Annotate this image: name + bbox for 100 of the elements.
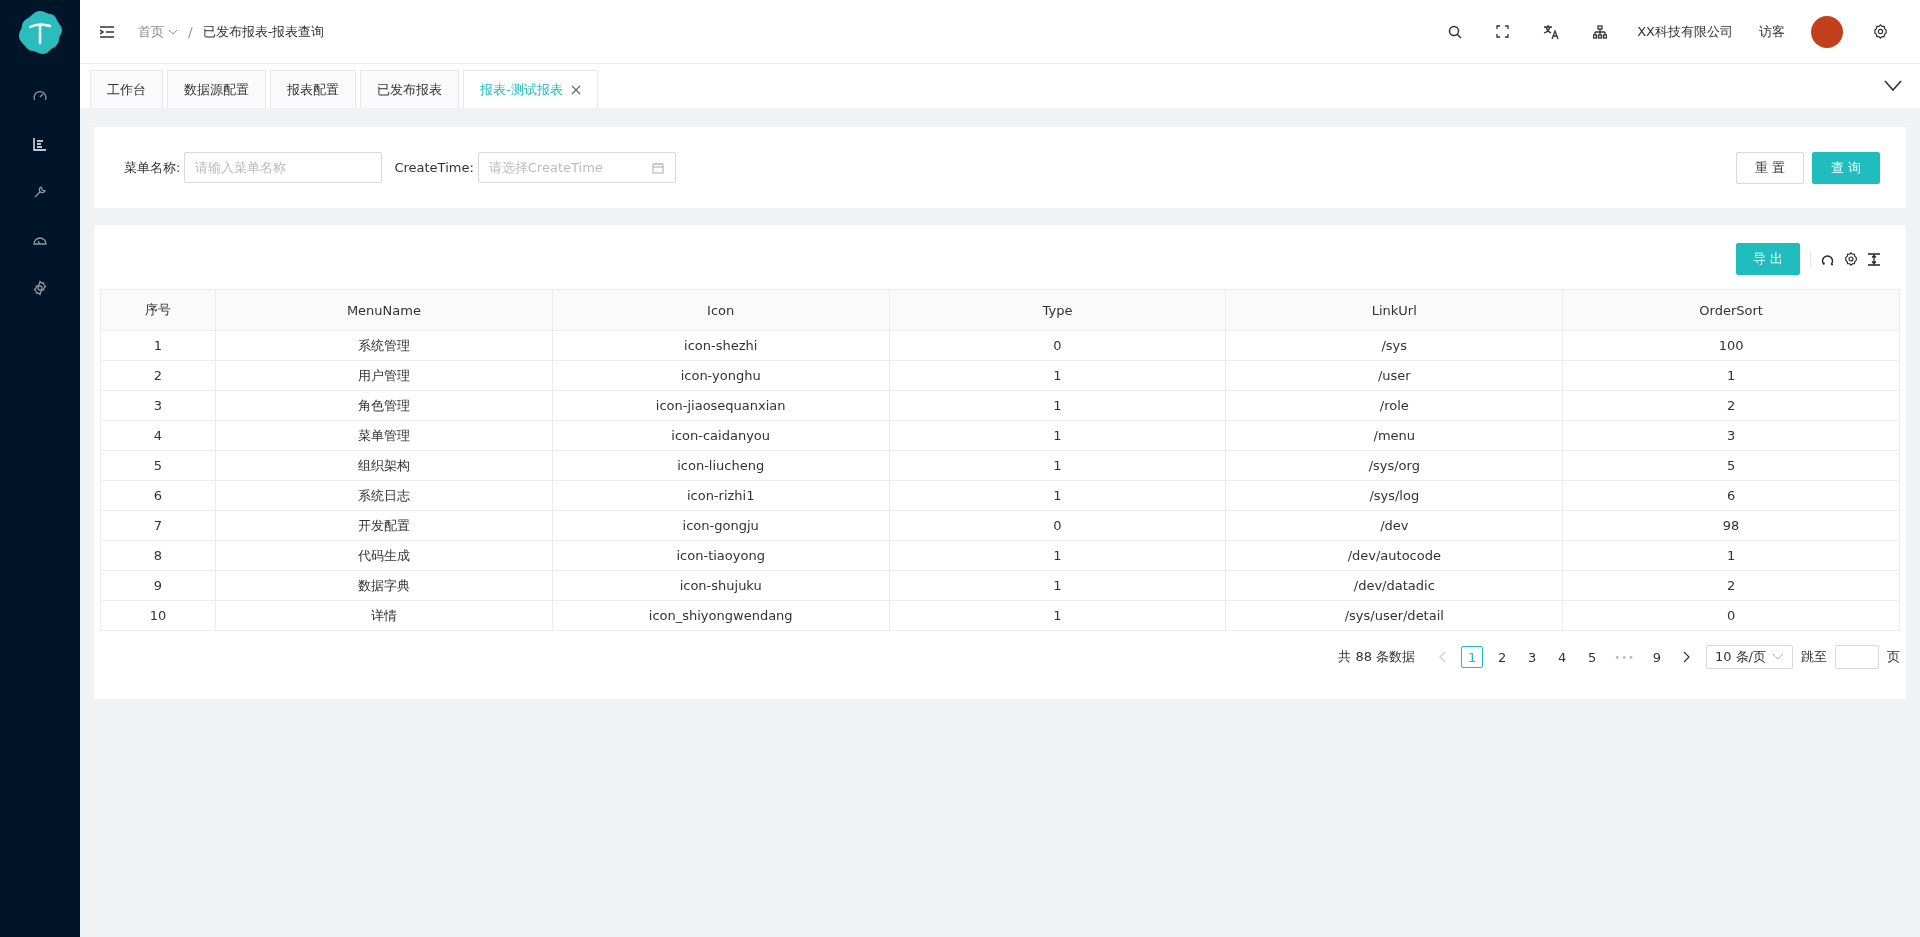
table-cell: 组织架构 bbox=[215, 450, 553, 481]
table-cell: icon-jiaosequanxian bbox=[552, 390, 890, 421]
table-cell: icon-caidanyou bbox=[552, 420, 890, 451]
table-cell: 5 bbox=[1562, 450, 1900, 481]
settings-icon[interactable] bbox=[1844, 252, 1858, 266]
table-cell: 用户管理 bbox=[215, 360, 553, 391]
column-header: MenuName bbox=[215, 289, 553, 331]
table-cell: 数据字典 bbox=[215, 570, 553, 601]
table-cell: 9 bbox=[100, 570, 216, 601]
chevron-left-icon bbox=[1438, 651, 1447, 663]
search-icon[interactable] bbox=[1448, 24, 1463, 39]
table-cell: 系统日志 bbox=[215, 480, 553, 511]
page-size-select[interactable]: 10 条/页 bbox=[1705, 645, 1793, 669]
tab[interactable]: 报表配置 bbox=[270, 70, 356, 108]
table-cell: 1 bbox=[889, 450, 1226, 481]
breadcrumb-link[interactable]: 首页 bbox=[138, 22, 178, 41]
wrench-icon bbox=[32, 184, 48, 200]
table-cell: /dev/autocode bbox=[1225, 540, 1563, 571]
row-height-icon[interactable] bbox=[1868, 252, 1880, 266]
page-number-field[interactable] bbox=[1835, 645, 1879, 669]
table-cell: 4 bbox=[100, 420, 216, 451]
jump-label: 跳至 bbox=[1801, 648, 1827, 666]
table-cell: /user bbox=[1225, 360, 1563, 391]
table-cell: 1 bbox=[889, 540, 1226, 571]
fullscreen-icon[interactable] bbox=[1496, 25, 1510, 38]
page-button[interactable]: 5 bbox=[1581, 646, 1604, 668]
table-cell: 1 bbox=[889, 360, 1226, 391]
table-cell: /sys/log bbox=[1225, 480, 1563, 511]
table-cell: /menu bbox=[1225, 420, 1563, 451]
date-field[interactable]: 请选择CreateTime bbox=[477, 152, 676, 183]
table-cell: 1 bbox=[100, 330, 216, 361]
column-header: Icon bbox=[552, 289, 890, 331]
table-cell: 1 bbox=[889, 600, 1226, 631]
table-cell: 10 bbox=[100, 600, 216, 631]
table-cell: 1 bbox=[1562, 540, 1900, 571]
table-cell: /role bbox=[1225, 390, 1563, 421]
table-cell: /dev bbox=[1225, 510, 1563, 541]
field-label: CreateTime: bbox=[394, 160, 474, 175]
table-cell: icon-tiaoyong bbox=[552, 540, 890, 571]
table-cell: 0 bbox=[889, 330, 1226, 361]
table-cell: 3 bbox=[100, 390, 216, 421]
reset-button[interactable]: 重 置 bbox=[1735, 151, 1804, 184]
table-cell: 1 bbox=[889, 480, 1226, 511]
close-icon[interactable] bbox=[570, 84, 581, 95]
table-cell: 菜单管理 bbox=[215, 420, 553, 451]
table-cell: 开发配置 bbox=[215, 510, 553, 541]
page-button[interactable]: 3 bbox=[1521, 646, 1544, 668]
table-cell: /sys/org bbox=[1225, 450, 1563, 481]
menu-icon[interactable] bbox=[100, 25, 114, 38]
refresh-icon[interactable] bbox=[1821, 252, 1834, 266]
table-cell: 1 bbox=[889, 570, 1226, 601]
table-cell: 2 bbox=[1562, 390, 1900, 421]
table-cell: 详情 bbox=[215, 600, 553, 631]
page-button[interactable]: 9 bbox=[1645, 646, 1668, 668]
settings-icon[interactable] bbox=[1873, 24, 1888, 39]
table-cell: /dev/datadic bbox=[1225, 570, 1563, 601]
tab[interactable]: 工作台 bbox=[90, 70, 163, 108]
page-button[interactable]: 2 bbox=[1491, 646, 1514, 668]
field-label: 菜单名称: bbox=[124, 158, 181, 177]
table-cell: 0 bbox=[889, 510, 1226, 541]
table-cell: 系统管理 bbox=[215, 330, 553, 361]
table-cell: 0 bbox=[1562, 600, 1900, 631]
column-header: 序号 bbox=[100, 289, 216, 331]
table-cell: 2 bbox=[100, 360, 216, 391]
chevron-down-icon[interactable] bbox=[1884, 80, 1902, 92]
input-field[interactable]: 请输入菜单名称 bbox=[184, 152, 383, 183]
table-cell: 1 bbox=[889, 390, 1226, 421]
gear-icon bbox=[32, 280, 48, 296]
table-cell: icon-shujuku bbox=[552, 570, 890, 601]
translate-icon[interactable] bbox=[1543, 23, 1560, 40]
table-cell: 6 bbox=[1562, 480, 1900, 511]
table-cell: icon-yonghu bbox=[552, 360, 890, 391]
breadcrumb-link[interactable]: 已发布报表-报表查询 bbox=[202, 22, 325, 41]
page-button[interactable]: 4 bbox=[1551, 646, 1574, 668]
table-cell: 100 bbox=[1562, 330, 1900, 361]
breadcrumb-separator: / bbox=[188, 23, 193, 40]
table-cell: 7 bbox=[100, 510, 216, 541]
bar-list-icon bbox=[32, 136, 48, 152]
table-cell: icon-gongju bbox=[552, 510, 890, 541]
caret-icon bbox=[1772, 653, 1784, 661]
chevron-right-icon bbox=[1682, 651, 1691, 663]
table-cell: icon-liucheng bbox=[552, 450, 890, 481]
table-cell: 5 bbox=[100, 450, 216, 481]
user-name[interactable]: 访客 bbox=[1759, 22, 1785, 41]
column-header: LinkUrl bbox=[1225, 289, 1563, 331]
table-cell: 1 bbox=[1562, 360, 1900, 391]
avatar[interactable] bbox=[1811, 15, 1843, 48]
table-cell: /sys/user/detail bbox=[1225, 600, 1563, 631]
company-name[interactable]: XX科技有限公司 bbox=[1637, 22, 1733, 41]
column-header: OrderSort bbox=[1562, 289, 1900, 331]
page-unit-label: 页 bbox=[1887, 648, 1900, 666]
table-cell: icon_shiyongwendang bbox=[552, 600, 890, 631]
tab[interactable]: 数据源配置 bbox=[167, 70, 266, 108]
tab[interactable]: 已发布报表 bbox=[360, 70, 459, 108]
sitemap-icon[interactable] bbox=[1593, 24, 1608, 39]
table-cell: icon-rizhi1 bbox=[552, 480, 890, 511]
table-cell: 8 bbox=[100, 540, 216, 571]
table-cell: 角色管理 bbox=[215, 390, 553, 421]
table-cell: /sys bbox=[1225, 330, 1563, 361]
table-cell: 3 bbox=[1562, 420, 1900, 451]
